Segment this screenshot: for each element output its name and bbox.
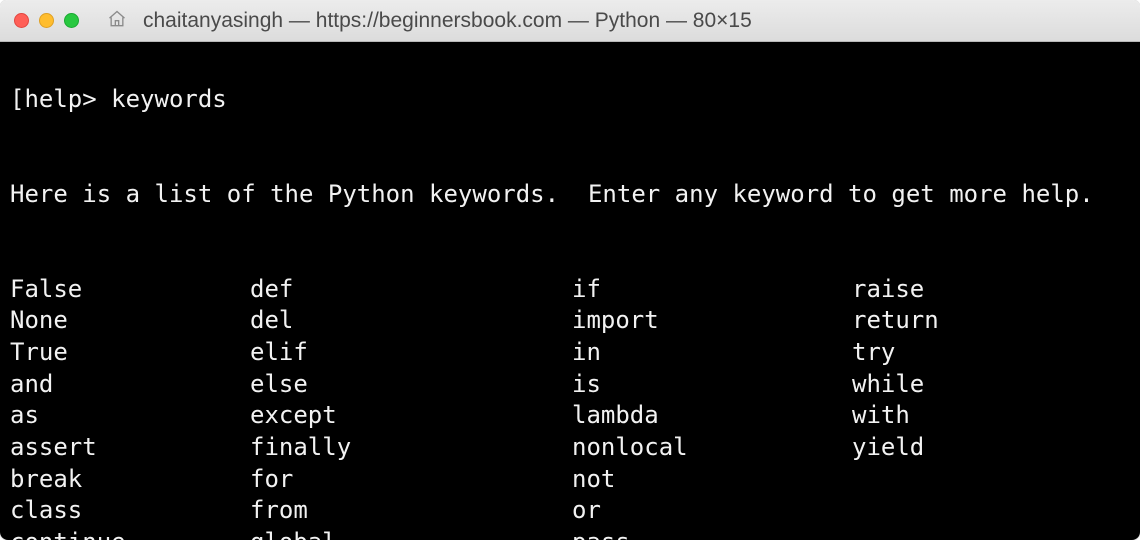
keyword-cell: global <box>250 527 572 540</box>
keyword-cell <box>852 495 1130 527</box>
keyword-cell: assert <box>10 432 250 464</box>
keyword-cell: def <box>250 274 572 306</box>
keyword-cell: pass <box>572 527 852 540</box>
keyword-cell: except <box>250 400 572 432</box>
keyword-cell: or <box>572 495 852 527</box>
zoom-button[interactable] <box>64 13 79 28</box>
keyword-cell: not <box>572 464 852 496</box>
close-button[interactable] <box>14 13 29 28</box>
keyword-cell: True <box>10 337 250 369</box>
keyword-cell: raise <box>852 274 1130 306</box>
keyword-cell: elif <box>250 337 572 369</box>
keyword-cell: is <box>572 369 852 401</box>
terminal-content[interactable]: [help> keywords Here is a list of the Py… <box>0 42 1140 540</box>
keyword-cell: and <box>10 369 250 401</box>
keyword-cell <box>852 464 1130 496</box>
keyword-cell: nonlocal <box>572 432 852 464</box>
keyword-cell: False <box>10 274 250 306</box>
traffic-lights <box>14 13 79 28</box>
keyword-cell: lambda <box>572 400 852 432</box>
keyword-cell: else <box>250 369 572 401</box>
window-title: chaitanyasingh — https://beginnersbook.c… <box>143 9 752 33</box>
titlebar: chaitanyasingh — https://beginnersbook.c… <box>0 0 1140 42</box>
keyword-cell: yield <box>852 432 1130 464</box>
keyword-cell: as <box>10 400 250 432</box>
keyword-cell: import <box>572 305 852 337</box>
keyword-cell: if <box>572 274 852 306</box>
help-prompt: help> <box>24 85 111 113</box>
prompt-line: [help> keywords <box>10 84 1130 116</box>
help-message: Here is a list of the Python keywords. E… <box>10 179 1130 211</box>
keyword-cell: continue <box>10 527 250 540</box>
keywords-grid: Falsedefifraise Nonedelimportreturn Trueel… <box>10 274 1130 540</box>
keyword-cell: in <box>572 337 852 369</box>
keyword-cell: while <box>852 369 1130 401</box>
terminal-window: chaitanyasingh — https://beginnersbook.c… <box>0 0 1140 540</box>
keyword-cell: finally <box>250 432 572 464</box>
home-icon <box>107 9 127 32</box>
bracket-open: [ <box>10 85 24 113</box>
minimize-button[interactable] <box>39 13 54 28</box>
keyword-cell: None <box>10 305 250 337</box>
keyword-cell: del <box>250 305 572 337</box>
keyword-cell: return <box>852 305 1130 337</box>
typed-command: keywords <box>111 85 227 113</box>
keyword-cell: break <box>10 464 250 496</box>
keyword-cell: try <box>852 337 1130 369</box>
keyword-cell: for <box>250 464 572 496</box>
keyword-cell: with <box>852 400 1130 432</box>
keyword-cell <box>852 527 1130 540</box>
keyword-cell: class <box>10 495 250 527</box>
keyword-cell: from <box>250 495 572 527</box>
